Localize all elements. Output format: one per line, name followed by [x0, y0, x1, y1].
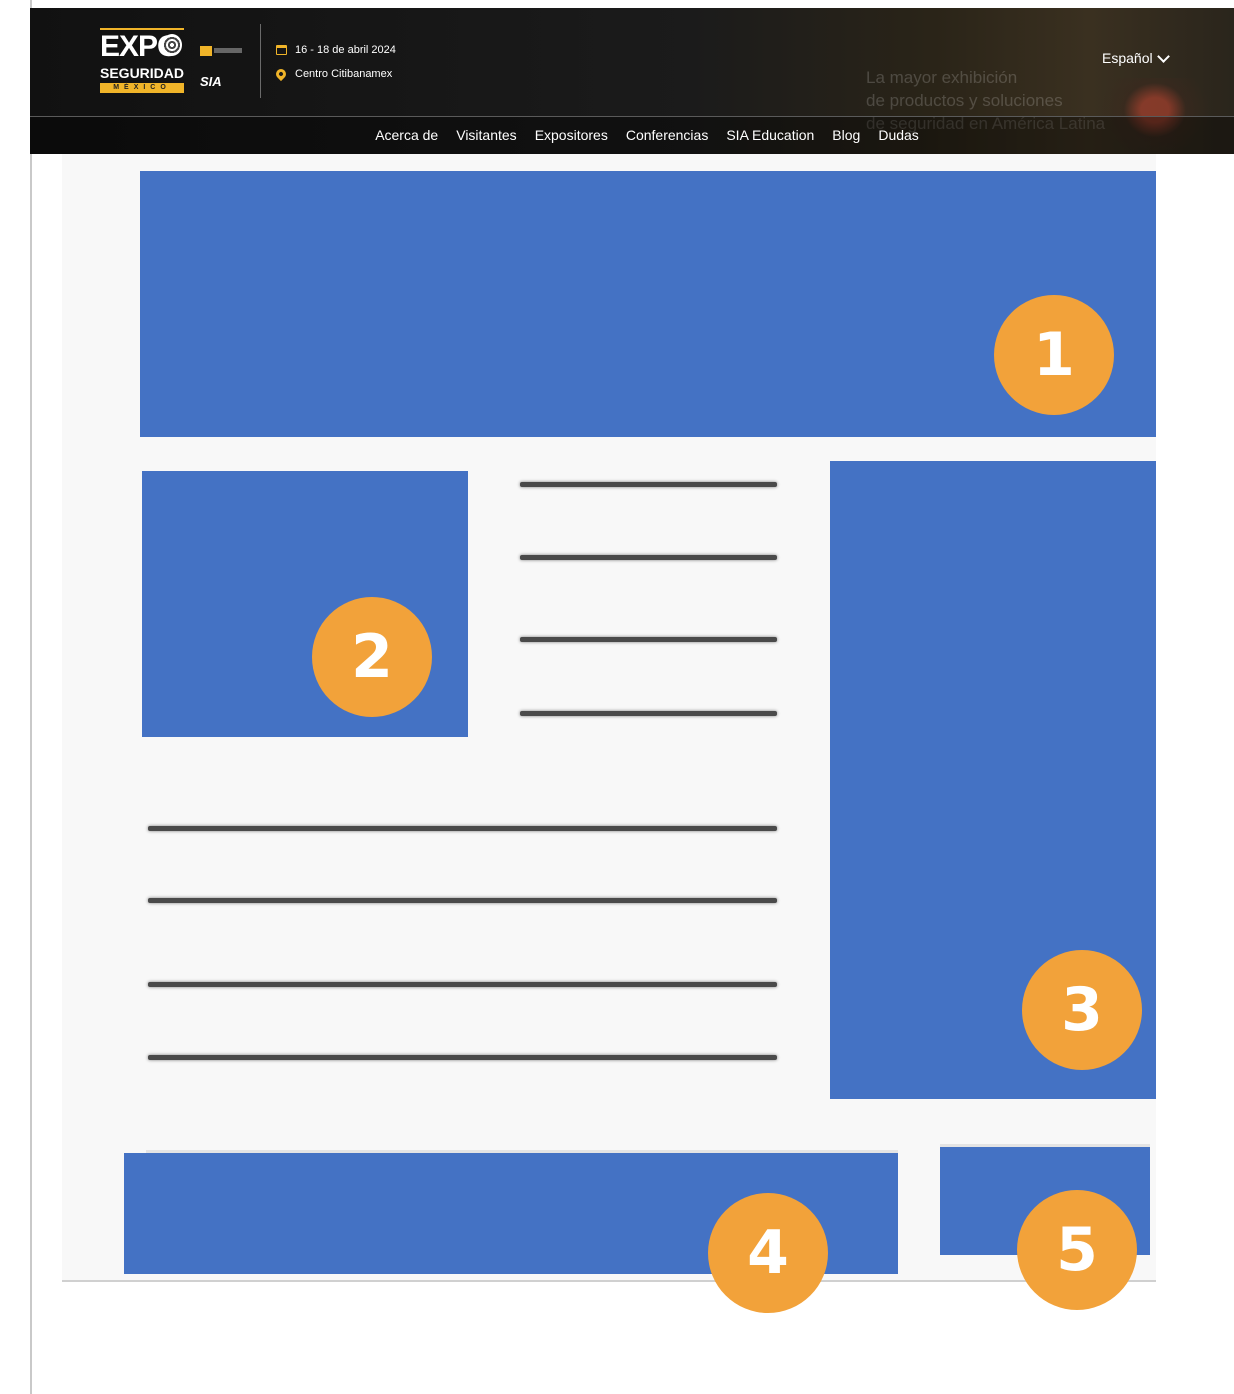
site-header: La mayor exhibición de productos y soluc… — [30, 8, 1234, 154]
logo-mexico: MÉXICO — [100, 83, 184, 93]
fingerprint-icon — [162, 34, 182, 56]
nav-item-acerca-de[interactable]: Acerca de — [375, 118, 438, 152]
nav-item-blog[interactable]: Blog — [832, 118, 860, 152]
event-place: Centro Citibanamex — [273, 66, 393, 82]
event-date-text: 16 - 18 de abril 2024 — [295, 44, 396, 56]
partner-logo-sia: SIA — [200, 74, 222, 89]
text-placeholder-line — [520, 711, 777, 716]
content-bottom-rule — [62, 1280, 1156, 1282]
nav-item-dudas[interactable]: Dudas — [878, 118, 918, 152]
event-place-text: Centro Citibanamex — [295, 68, 393, 80]
chevron-down-icon — [1156, 49, 1170, 63]
text-placeholder-line — [148, 982, 777, 987]
language-label: Español — [1102, 50, 1153, 66]
partner-logos: SIA — [200, 40, 250, 94]
nav-item-conferencias[interactable]: Conferencias — [626, 118, 709, 152]
number-badge-3: 3 — [1022, 950, 1142, 1070]
logo-seguridad: SEGURIDAD — [100, 65, 185, 81]
number-badge-5: 5 — [1017, 1190, 1137, 1310]
nav-item-expositores[interactable]: Expositores — [535, 118, 608, 152]
event-date: 16 - 18 de abril 2024 — [276, 42, 396, 58]
text-placeholder-line — [520, 555, 777, 560]
text-placeholder-line — [520, 637, 777, 642]
text-placeholder-line — [148, 826, 777, 831]
expo-seguridad-logo[interactable]: EXPO SEGURIDAD MÉXICO — [100, 28, 184, 94]
number-badge-2: 2 — [312, 597, 432, 717]
page-left-rule — [30, 0, 32, 1394]
nav-item-visitantes[interactable]: Visitantes — [456, 118, 516, 152]
text-placeholder-line — [148, 898, 777, 903]
language-selector[interactable]: Español — [1102, 49, 1170, 66]
text-placeholder-line — [520, 482, 777, 487]
number-badge-1: 1 — [994, 295, 1114, 415]
text-placeholder-line — [148, 1055, 777, 1060]
nav-item-sia-education[interactable]: SIA Education — [726, 118, 814, 152]
number-badge-4: 4 — [708, 1193, 828, 1313]
partner-logo-1-text — [214, 48, 242, 53]
placeholder-block-1 — [140, 171, 1156, 437]
location-pin-icon — [273, 66, 289, 82]
header-divider — [260, 24, 261, 98]
main-nav: Acerca de Visitantes Expositores Confere… — [30, 118, 1234, 152]
placeholder-block-2 — [142, 471, 468, 737]
partner-logo-1 — [200, 46, 212, 56]
calendar-icon — [276, 45, 287, 55]
